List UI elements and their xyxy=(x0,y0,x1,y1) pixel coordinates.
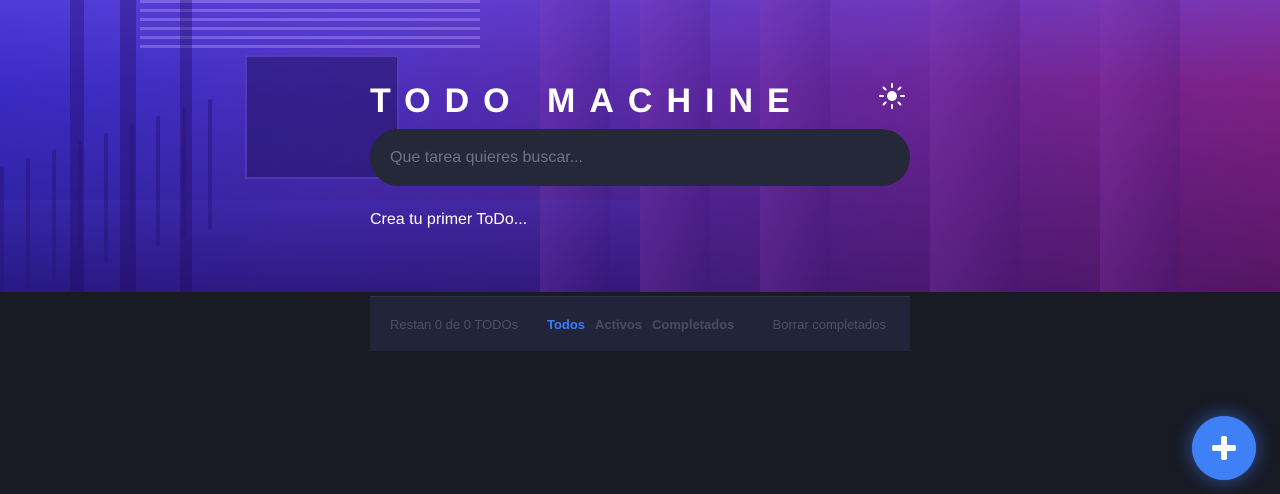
remaining-count: Restan 0 de 0 TODOs xyxy=(390,317,519,332)
clear-completed-button[interactable]: Borrar completados xyxy=(773,317,886,332)
sun-icon xyxy=(879,83,905,109)
todo-footer-bar: Restan 0 de 0 TODOs Todos Activos Comple… xyxy=(370,296,910,351)
theme-toggle-button[interactable] xyxy=(876,80,908,112)
filter-completed[interactable]: Completados xyxy=(652,317,734,332)
empty-state-message: Crea tu primer ToDo... xyxy=(370,211,528,228)
plus-icon xyxy=(1212,436,1236,460)
search-input[interactable] xyxy=(370,129,910,186)
filter-group: Todos Activos Completados xyxy=(547,317,734,332)
filter-all[interactable]: Todos xyxy=(547,317,585,332)
add-todo-button[interactable] xyxy=(1192,416,1256,480)
app-title: TODO MACHINE xyxy=(370,82,804,120)
filter-active[interactable]: Activos xyxy=(595,317,642,332)
